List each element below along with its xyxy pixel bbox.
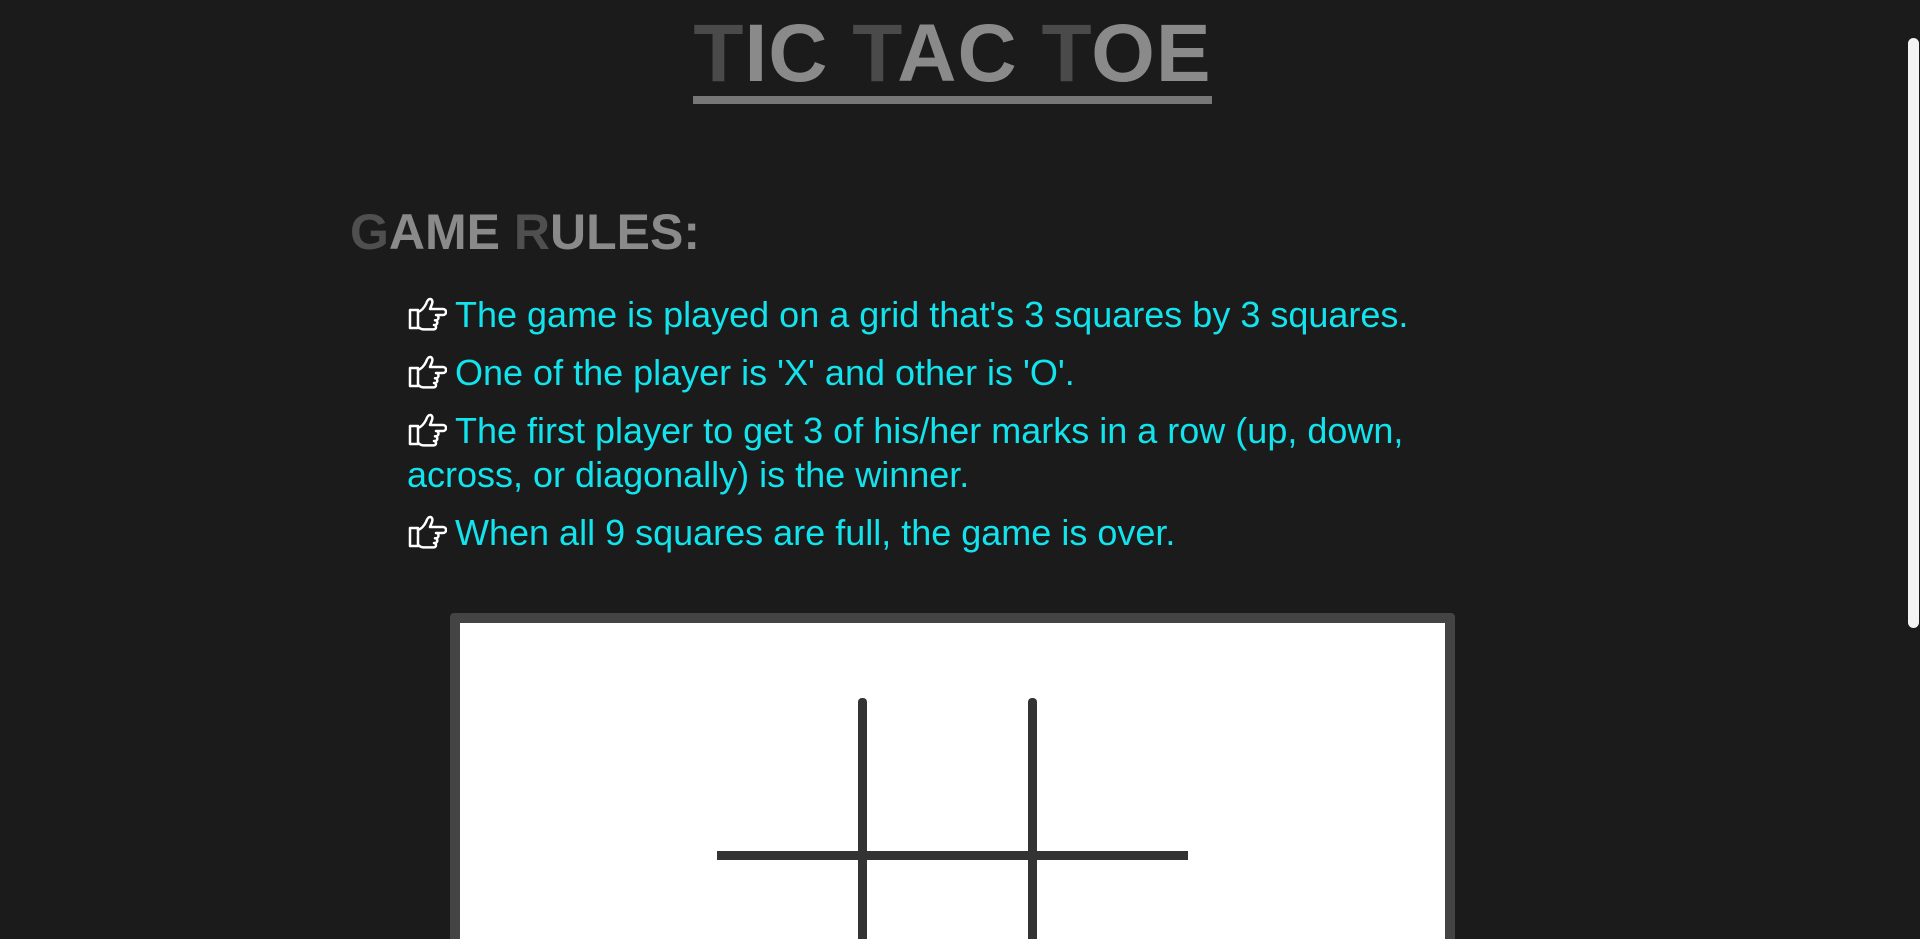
title-word-rest: AC [897, 8, 1018, 99]
rule-text: One of the player is 'X' and other is 'O… [455, 352, 1075, 393]
grid-line-vertical-right [1028, 698, 1037, 939]
scrollbar-thumb[interactable] [1908, 38, 1919, 628]
rules-heading-word: RULES: [514, 204, 700, 260]
rule-item: The game is played on a grid that's 3 sq… [407, 293, 1467, 337]
hand-pointing-right-icon [408, 355, 447, 389]
title-word: TAC [852, 8, 1017, 99]
rules-heading-word: GAME [350, 204, 500, 260]
rule-item: The first player to get 3 of his/her mar… [407, 409, 1467, 497]
rule-text: The first player to get 3 of his/her mar… [407, 410, 1404, 495]
title-word-initial: T [693, 8, 745, 99]
title-word: TIC [693, 8, 828, 99]
rules-heading-initial: G [350, 204, 389, 260]
game-board[interactable] [450, 613, 1455, 939]
rule-item: One of the player is 'X' and other is 'O… [407, 351, 1467, 395]
grid-line-vertical-left [858, 698, 867, 939]
rule-text: When all 9 squares are full, the game is… [455, 512, 1176, 553]
hand-pointing-right-icon [408, 413, 447, 447]
page-title-underline: TIC TAC TOE [693, 12, 1212, 104]
hand-pointing-right-icon [408, 515, 447, 549]
rule-text: The game is played on a grid that's 3 sq… [455, 294, 1409, 335]
title-word-initial: T [1041, 8, 1092, 99]
title-word-rest: OE [1091, 8, 1212, 99]
title-word-initial: T [852, 8, 898, 99]
rules-heading-rest: AME [388, 204, 501, 260]
title-word: TOE [1042, 8, 1212, 99]
page: TIC TAC TOE GAME RULES: The game is play… [0, 0, 1920, 939]
hand-pointing-right-icon [408, 297, 447, 331]
rules-list: The game is played on a grid that's 3 sq… [407, 293, 1467, 569]
page-title: TIC TAC TOE [0, 6, 1905, 104]
rules-heading-rest: ULES: [550, 204, 701, 260]
rules-heading-initial: R [513, 204, 551, 260]
rule-item: When all 9 squares are full, the game is… [407, 511, 1467, 555]
title-word-rest: IC [744, 8, 829, 99]
rules-heading: GAME RULES: [350, 205, 700, 259]
page-scrollbar[interactable] [1905, 0, 1920, 939]
grid-line-horizontal-top [717, 851, 1188, 860]
